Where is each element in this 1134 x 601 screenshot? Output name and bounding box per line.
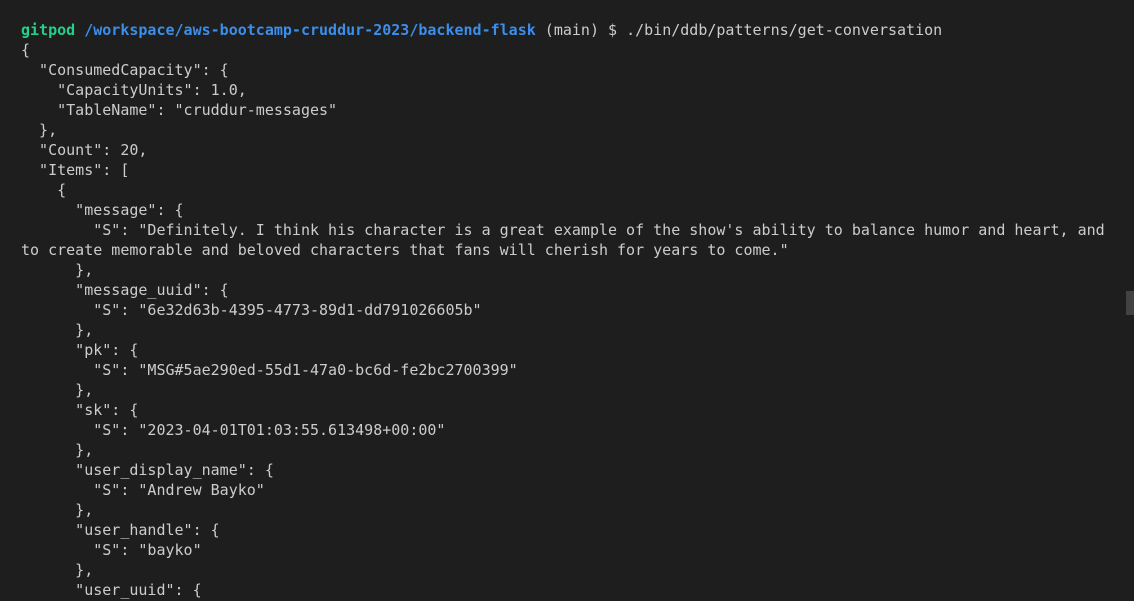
output-line: "user_display_name": {	[21, 461, 274, 479]
scrollbar-thumb[interactable]	[1126, 291, 1134, 315]
scrollbar-track[interactable]	[1126, 0, 1134, 601]
output-line: },	[21, 381, 94, 399]
output-line: "user_handle": {	[21, 521, 220, 539]
output-line: "S": "2023-04-01T01:03:55.613498+00:00"	[21, 421, 446, 439]
output-line: "TableName": "cruddur-messages"	[21, 101, 338, 119]
output-line: },	[21, 561, 94, 579]
output-line: },	[21, 321, 94, 339]
prompt-command: ./bin/ddb/patterns/get-conversation	[626, 21, 943, 39]
terminal-window[interactable]: gitpod /workspace/aws-bootcamp-cruddur-2…	[0, 0, 1134, 601]
prompt-line: gitpod /workspace/aws-bootcamp-cruddur-2…	[21, 20, 1116, 40]
output-line: },	[21, 121, 58, 139]
output-line: "Items": [	[21, 161, 130, 179]
terminal-output: gitpod /workspace/aws-bootcamp-cruddur-2…	[21, 20, 1116, 600]
output-line: "S": "MSG#5ae290ed-55d1-47a0-bc6d-fe2bc2…	[21, 361, 518, 379]
output-line: "message": {	[21, 201, 184, 219]
output-line: "ConsumedCapacity": {	[21, 61, 229, 79]
prompt-path: /workspace/aws-bootcamp-cruddur-2023/bac…	[84, 21, 536, 39]
output-line: "sk": {	[21, 401, 139, 419]
prompt-branch: (main) $	[544, 21, 618, 39]
output-line: "Count": 20,	[21, 141, 148, 159]
output-line: },	[21, 261, 94, 279]
output-line: },	[21, 501, 94, 519]
output-line: "pk": {	[21, 341, 139, 359]
output-line: "user_uuid": {	[21, 581, 202, 599]
output-line: "message_uuid": {	[21, 281, 229, 299]
output-line: to create memorable and beloved characte…	[21, 241, 789, 259]
output-line: "S": "6e32d63b-4395-4773-89d1-dd79102660…	[21, 301, 482, 319]
prompt-user: gitpod	[21, 21, 76, 39]
output-line: "S": "Definitely. I think his character …	[21, 221, 1105, 239]
output-line: {	[21, 181, 67, 199]
output-line: },	[21, 441, 94, 459]
output-line: "S": "bayko"	[21, 541, 202, 559]
output-line: "CapacityUnits": 1.0,	[21, 81, 247, 99]
output-line: {	[21, 41, 31, 59]
output-line: "S": "Andrew Bayko"	[21, 481, 265, 499]
